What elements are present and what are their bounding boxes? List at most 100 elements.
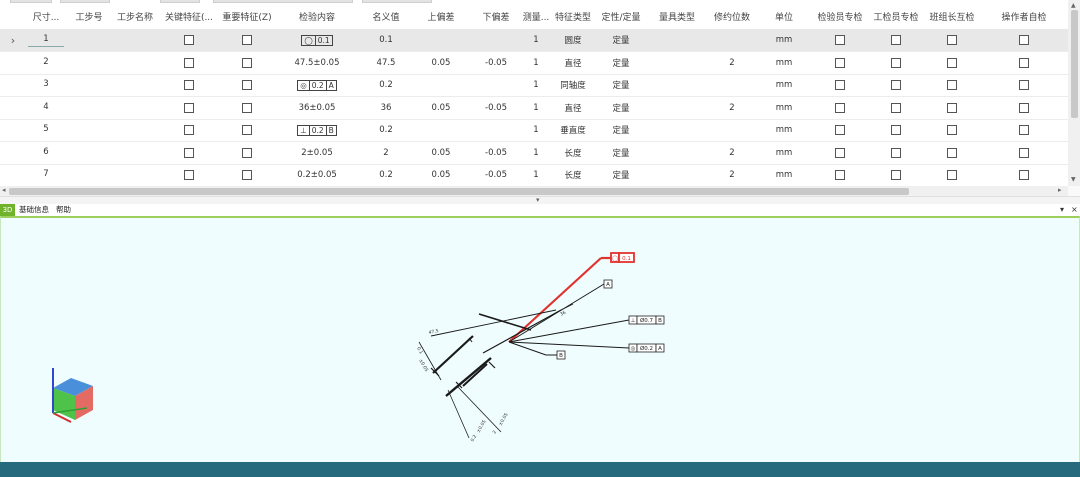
- cell-step-name[interactable]: [112, 119, 158, 142]
- cell-feature-type[interactable]: 垂直度: [550, 119, 596, 142]
- checkbox[interactable]: [947, 57, 957, 68]
- cell-inspector-check[interactable]: [812, 119, 868, 142]
- cell-nominal[interactable]: 0.1: [360, 29, 412, 52]
- cell-feature-type[interactable]: 直径: [550, 96, 596, 120]
- cell-step-no[interactable]: [66, 119, 112, 142]
- menu-basic-info[interactable]: 基础信息: [19, 204, 49, 216]
- cell-dimension-no[interactable]: 5: [26, 119, 66, 142]
- cell-inspection-content[interactable]: 0.2±0.05: [274, 164, 360, 187]
- cell-step-no[interactable]: [66, 141, 112, 165]
- cell-key-feature[interactable]: [158, 74, 220, 97]
- checkbox[interactable]: [891, 34, 901, 45]
- cell-lower-tol[interactable]: -0.05: [470, 51, 522, 75]
- checkbox[interactable]: [947, 125, 957, 135]
- cell-unit[interactable]: mm: [756, 119, 812, 142]
- cell-operator-check[interactable]: [980, 164, 1068, 187]
- cell-lower-tol[interactable]: -0.05: [470, 164, 522, 187]
- cell-feature-type[interactable]: 同轴度: [550, 74, 596, 97]
- cell-inspector-check[interactable]: [812, 141, 868, 165]
- cell-rounding[interactable]: [708, 74, 756, 97]
- cell-inspector-check[interactable]: [812, 29, 868, 52]
- table-row[interactable]: › 1 ◯ 0.1 0.1 1 圆度 定量 mm: [0, 29, 1068, 52]
- cell-operator-check[interactable]: [980, 74, 1068, 97]
- column-header[interactable]: 上偏差: [412, 4, 470, 29]
- cell-upper-tol[interactable]: 0.05: [412, 141, 470, 165]
- cell-step-no[interactable]: [66, 29, 112, 52]
- cell-leader-check[interactable]: [924, 119, 980, 142]
- cell-key-feature[interactable]: [158, 164, 220, 187]
- table-row[interactable]: 6 2±0.05 2 0.05 -0.05 1 长度 定量 2 mm: [0, 141, 1068, 165]
- cell-key-feature[interactable]: [158, 119, 220, 142]
- cell-gauge-type[interactable]: [646, 29, 708, 52]
- cell-inspector-check[interactable]: [812, 51, 868, 75]
- cell-rounding[interactable]: 2: [708, 164, 756, 187]
- scroll-down-icon[interactable]: ▼: [1071, 176, 1076, 183]
- column-header[interactable]: 班组长互检: [924, 4, 980, 29]
- cell-worker-check[interactable]: [868, 119, 924, 142]
- cell-gauge-type[interactable]: [646, 51, 708, 75]
- column-header[interactable]: 定性/定量: [596, 4, 646, 29]
- cell-leader-check[interactable]: [924, 51, 980, 75]
- cell-unit[interactable]: mm: [756, 164, 812, 187]
- cell-upper-tol[interactable]: [412, 119, 470, 142]
- menu-help[interactable]: 帮助: [56, 204, 71, 216]
- cell-rounding[interactable]: [708, 29, 756, 52]
- cell-rounding[interactable]: 2: [708, 96, 756, 120]
- checkbox[interactable]: [1019, 34, 1029, 45]
- cell-key-feature[interactable]: [158, 51, 220, 75]
- checkbox[interactable]: [242, 102, 252, 113]
- cell-operator-check[interactable]: [980, 51, 1068, 75]
- checkbox[interactable]: [1019, 80, 1029, 90]
- cell-leader-check[interactable]: [924, 96, 980, 120]
- cell-step-no[interactable]: [66, 164, 112, 187]
- close-icon[interactable]: ×: [1071, 204, 1078, 216]
- checkbox[interactable]: [947, 102, 957, 113]
- scroll-right-icon[interactable]: ▸: [1058, 186, 1062, 194]
- checkbox[interactable]: [835, 170, 845, 180]
- cell-qualitative[interactable]: 定量: [596, 51, 646, 75]
- column-header[interactable]: 单位: [756, 4, 812, 29]
- column-header[interactable]: 检验员专检: [812, 4, 868, 29]
- column-header[interactable]: 重要特征(Z): [220, 4, 274, 29]
- cell-dimension-no[interactable]: 6: [26, 141, 66, 165]
- cell-step-name[interactable]: [112, 141, 158, 165]
- column-header[interactable]: 关键特征(...: [158, 4, 220, 29]
- cell-lower-tol[interactable]: -0.05: [470, 96, 522, 120]
- cell-gauge-type[interactable]: [646, 96, 708, 120]
- 3d-viewer[interactable]: 0.1 ±0.05 2 ±0.05 0.2 ±0.05 47.5 36 ◯ 0.1…: [0, 216, 1080, 462]
- cell-worker-check[interactable]: [868, 96, 924, 120]
- cell-upper-tol[interactable]: [412, 29, 470, 52]
- checkbox[interactable]: [1019, 170, 1029, 180]
- cell-nominal[interactable]: 47.5: [360, 51, 412, 75]
- cell-inspector-check[interactable]: [812, 74, 868, 97]
- cell-measure-count[interactable]: 1: [522, 51, 550, 75]
- checkbox[interactable]: [1019, 57, 1029, 68]
- checkbox[interactable]: [1019, 102, 1029, 113]
- 3d-scene[interactable]: 0.1 ±0.05 2 ±0.05 0.2 ±0.05 47.5 36 ◯ 0.1…: [1, 218, 1079, 462]
- checkbox[interactable]: [835, 57, 845, 68]
- column-header[interactable]: 尺寸...: [26, 4, 66, 29]
- column-header[interactable]: 工步名称: [112, 4, 158, 29]
- vertical-scroll-thumb[interactable]: [1071, 10, 1078, 118]
- checkbox[interactable]: [184, 147, 194, 158]
- cell-unit[interactable]: mm: [756, 96, 812, 120]
- cell-measure-count[interactable]: 1: [522, 141, 550, 165]
- cell-inspection-content[interactable]: 2±0.05: [274, 141, 360, 165]
- checkbox[interactable]: [242, 57, 252, 68]
- cell-unit[interactable]: mm: [756, 51, 812, 75]
- checkbox[interactable]: [947, 170, 957, 180]
- cell-lower-tol[interactable]: [470, 119, 522, 142]
- cell-important-feature[interactable]: [220, 119, 274, 142]
- cell-feature-type[interactable]: 直径: [550, 51, 596, 75]
- frame-1[interactable]: ⊥ Ø0.7 B: [628, 315, 665, 325]
- cell-operator-check[interactable]: [980, 141, 1068, 165]
- cell-rounding[interactable]: [708, 119, 756, 142]
- cell-dimension-no[interactable]: 1: [26, 29, 66, 52]
- cell-qualitative[interactable]: 定量: [596, 74, 646, 97]
- cell-leader-check[interactable]: [924, 74, 980, 97]
- cell-rounding[interactable]: 2: [708, 141, 756, 165]
- cell-important-feature[interactable]: [220, 141, 274, 165]
- column-header[interactable]: 量具类型: [646, 4, 708, 29]
- cell-important-feature[interactable]: [220, 29, 274, 52]
- column-header[interactable]: 测量...: [522, 4, 550, 29]
